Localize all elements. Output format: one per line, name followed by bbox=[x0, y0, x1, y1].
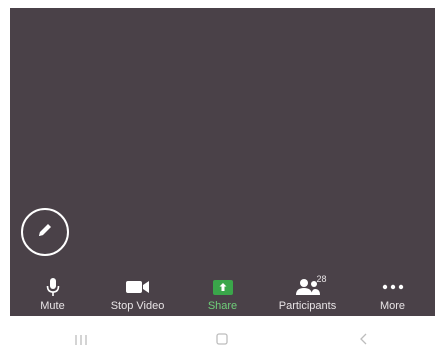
more-label: More bbox=[379, 300, 406, 312]
mute-button[interactable]: Mute bbox=[13, 276, 93, 312]
home-button[interactable] bbox=[202, 327, 242, 357]
meeting-screen: Mute Stop Video Share 28 Participants Mo… bbox=[10, 8, 435, 316]
video-area[interactable] bbox=[10, 8, 435, 280]
participants-label: Participants bbox=[278, 300, 337, 312]
mute-label: Mute bbox=[40, 300, 65, 312]
stop-video-label: Stop Video bbox=[110, 300, 165, 312]
microphone-icon bbox=[45, 276, 61, 298]
meeting-toolbar: Mute Stop Video Share 28 Participants Mo… bbox=[10, 274, 435, 316]
pencil-icon bbox=[35, 220, 55, 245]
system-navigation-bar bbox=[10, 320, 435, 363]
stop-video-button[interactable]: Stop Video bbox=[98, 276, 178, 312]
recent-apps-icon bbox=[74, 333, 88, 351]
annotate-button[interactable] bbox=[21, 208, 69, 256]
share-button[interactable]: Share bbox=[183, 276, 263, 312]
participants-count-badge: 28 bbox=[316, 274, 327, 284]
recent-apps-button[interactable] bbox=[61, 327, 101, 357]
home-icon bbox=[215, 332, 229, 351]
back-button[interactable] bbox=[344, 327, 384, 357]
participants-button[interactable]: 28 Participants bbox=[268, 274, 348, 312]
back-icon bbox=[358, 332, 370, 351]
share-label: Share bbox=[207, 300, 238, 312]
share-arrow-icon bbox=[212, 279, 233, 295]
more-button[interactable]: More bbox=[353, 276, 433, 312]
more-dots-icon bbox=[382, 276, 404, 298]
video-camera-icon bbox=[125, 276, 151, 298]
